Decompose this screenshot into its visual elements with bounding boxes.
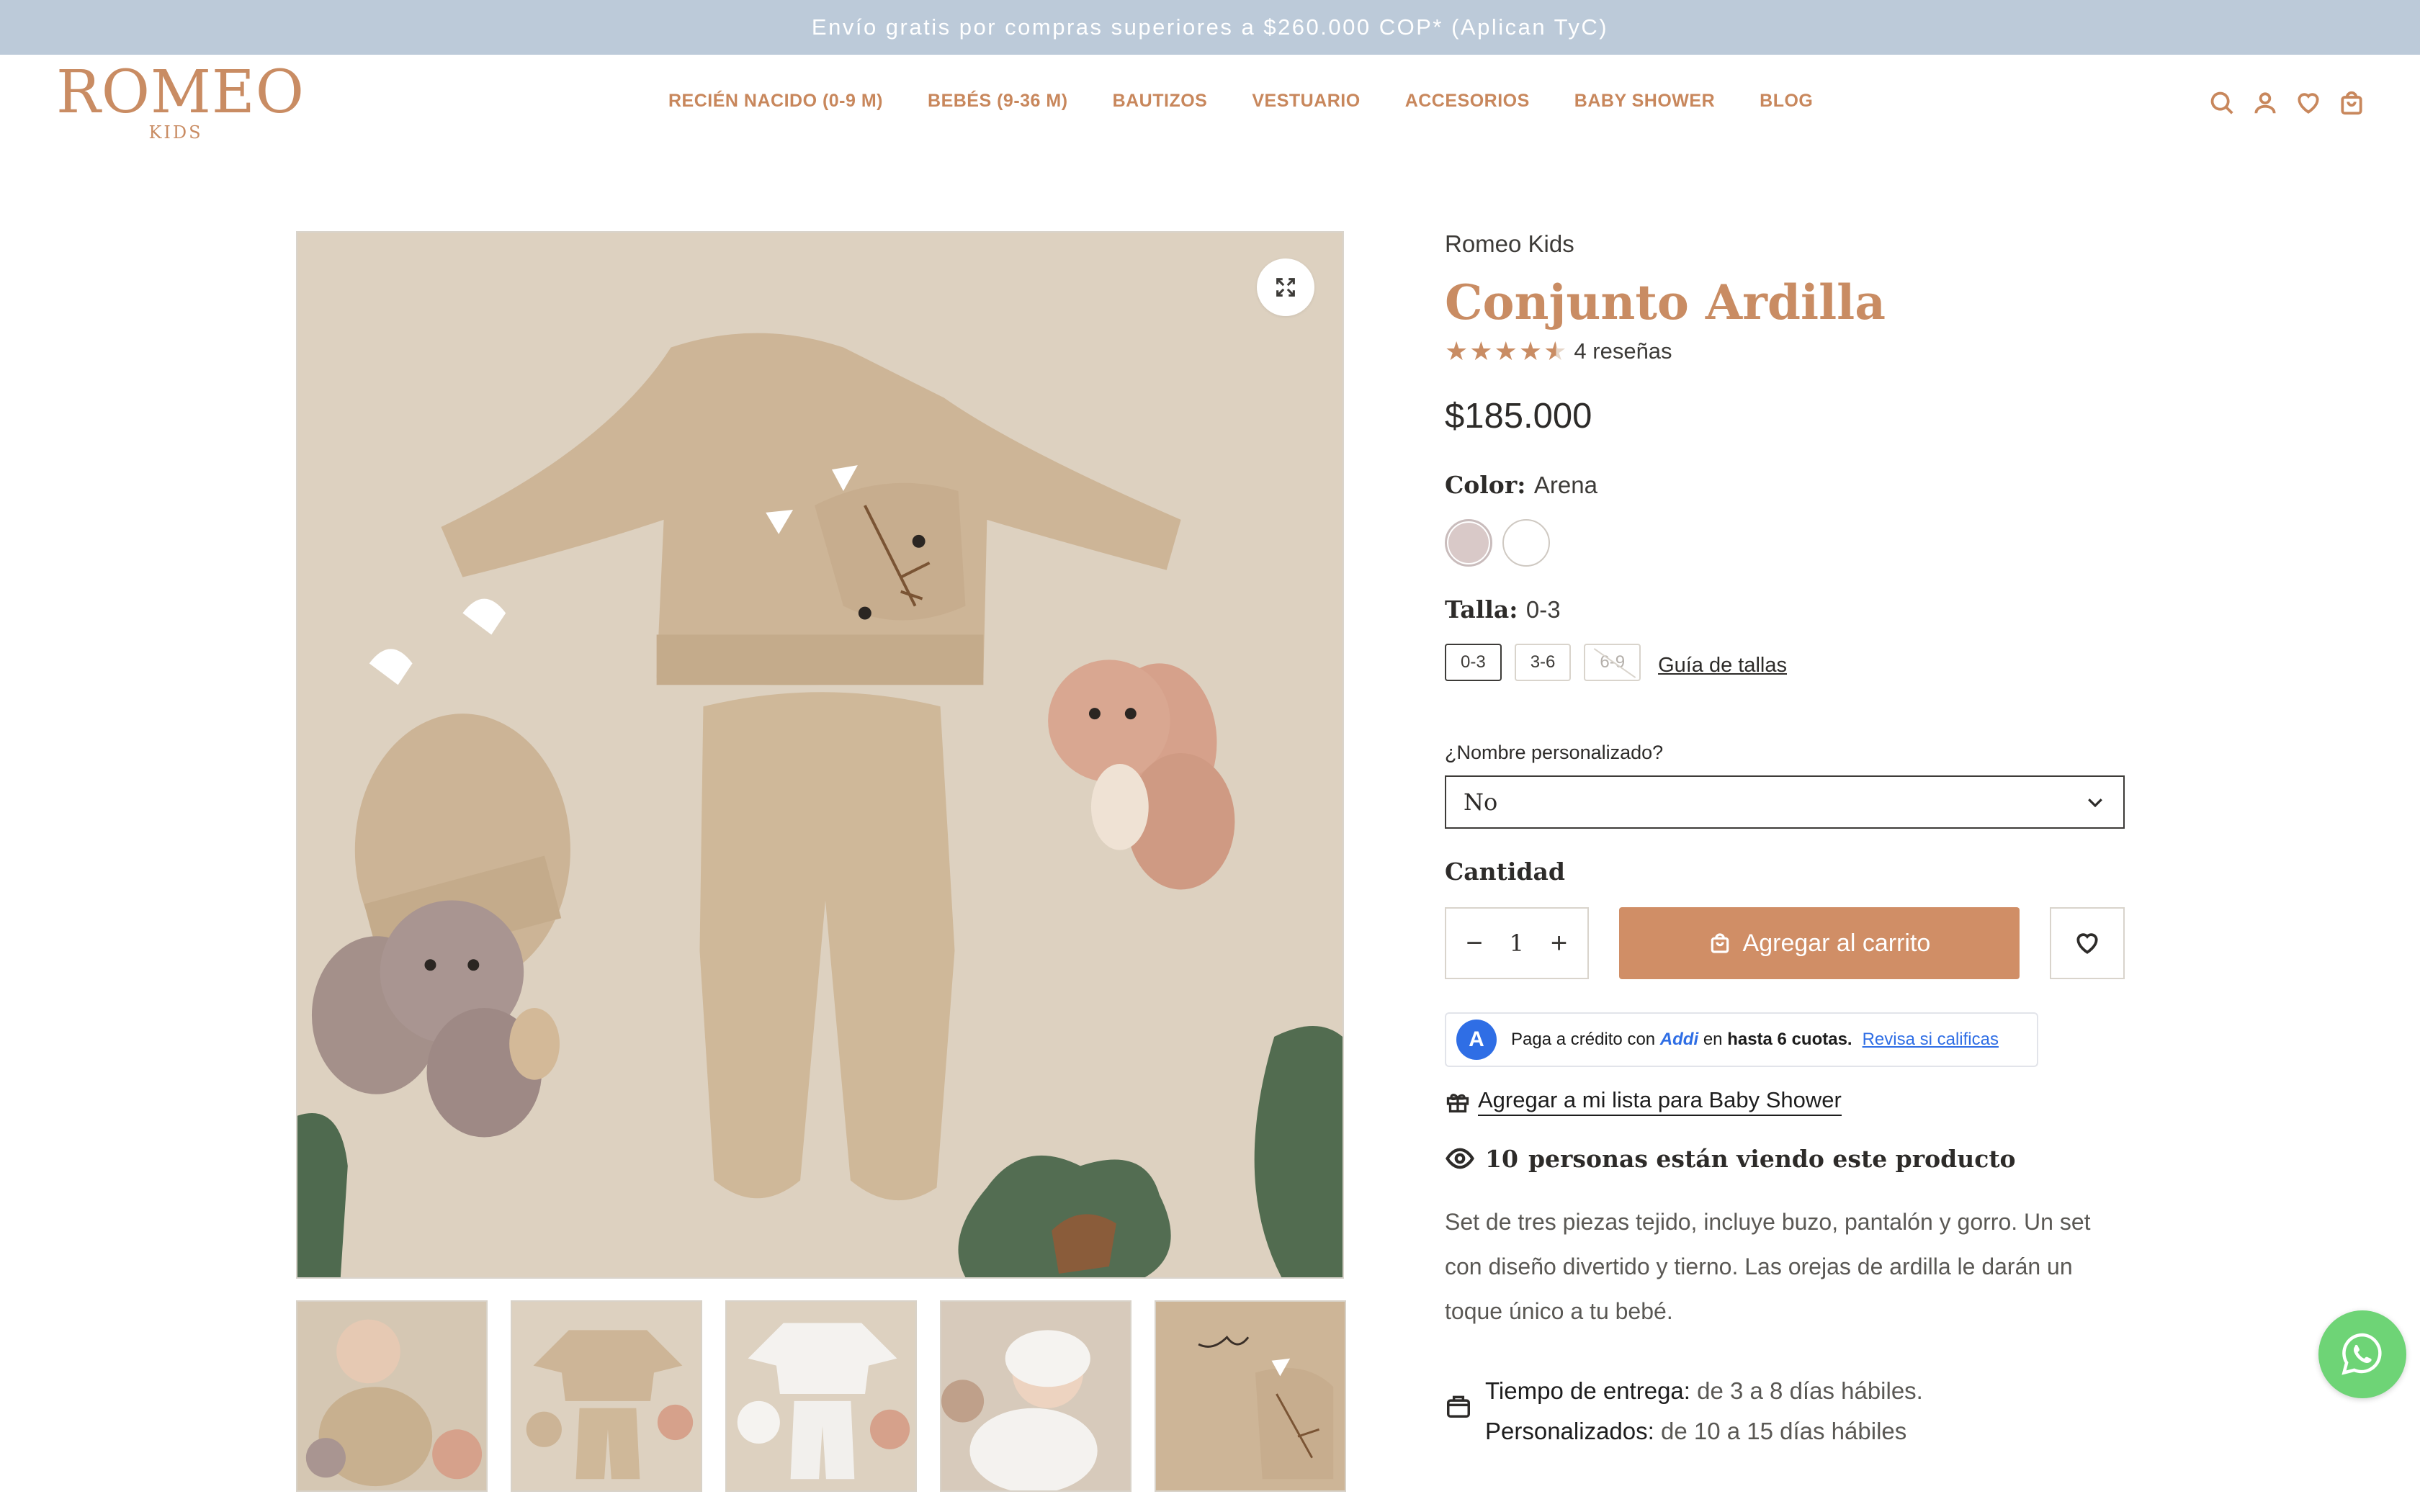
qty-minus-button[interactable]: − [1464,929,1485,958]
addi-text: Paga a crédito con Addi en hasta 6 cuota… [1511,1030,1852,1049]
heart-icon[interactable] [2295,89,2322,117]
size-label: Talla: [1445,595,1518,624]
header-icons [2208,89,2365,117]
size-3-6[interactable]: 3-6 [1514,644,1572,681]
size-option-label: Talla: 0-3 [1445,595,2125,624]
logo-wordmark: ROMEO [56,58,305,127]
personalization-label: ¿Nombre personalizado? [1445,742,1664,763]
add-to-cart-label: Agregar al carrito [1742,929,1931,957]
thumbnail-2[interactable] [511,1300,702,1492]
product-price: $185.000 [1445,397,1592,436]
thumbnail-1[interactable] [296,1300,488,1492]
product-title: Conjunto Ardilla [1445,274,1886,330]
half-star-icon: ★ [1543,336,1567,366]
delivery-time: Tiempo de entrega: de 3 a 8 días hábiles… [1485,1377,1923,1404]
heart-icon [2076,933,2098,954]
product-vendor[interactable]: Romeo Kids [1445,230,2125,258]
nav-vestuario[interactable]: VESTUARIO [1252,91,1360,112]
baby-shower-registry-link[interactable]: Agregar a mi lista para Baby Shower [1445,1087,2125,1116]
eye-icon [1446,1148,1474,1169]
whatsapp-chat-button[interactable] [2318,1310,2406,1398]
star-icon: ★ [1494,336,1518,366]
thumbnail-4[interactable] [940,1300,1131,1492]
product-description: Set de tres piezas tejido, incluye buzo,… [1445,1209,2091,1324]
main-nav: RECIÉN NACIDO (0-9 M) BEBÉS (9-36 M) BAU… [668,91,1857,112]
thumbnail-5[interactable] [1155,1300,1346,1492]
nav-bautizos[interactable]: BAUTIZOS [1113,91,1208,112]
announcement-text: Envío gratis por compras superiores a $2… [811,14,1609,40]
qty-plus-button[interactable]: + [1549,929,1570,958]
review-count[interactable]: 4 reseñas [1574,338,1672,364]
expand-icon [1276,278,1295,297]
account-icon[interactable] [2251,89,2279,117]
star-icon: ★ [1469,336,1493,366]
swatch-arena[interactable] [1445,519,1492,567]
cart-icon[interactable] [2338,89,2365,117]
size-6-9[interactable]: 6-9 [1584,644,1641,681]
size-value: 0-3 [1525,596,1561,623]
swatch-blanco[interactable] [1502,519,1550,567]
addi-credit-banner: A Paga a crédito con Addi en hasta 6 cuo… [1445,1012,2038,1067]
thumbnail-strip [296,1300,1346,1492]
size-guide-link[interactable]: Guía de tallas [1658,654,1787,678]
star-rating: ★ ★ ★ ★ ★ [1445,338,1567,364]
addi-logo-icon: A [1456,1020,1497,1060]
product-rating[interactable]: ★ ★ ★ ★ ★ 4 reseñas [1445,338,2125,364]
quantity-input[interactable]: 1 [1510,930,1524,957]
buy-row: − 1 + Agregar al carrito [1445,907,2125,979]
size-0-3[interactable]: 0-3 [1445,644,1502,681]
star-icon: ★ [1445,336,1469,366]
box-icon [1447,1395,1470,1418]
personalization-select[interactable]: No [1445,775,2125,829]
color-option-label: Color: Arena [1445,471,2125,499]
personalization-value: No [1464,788,1498,816]
size-options: 0-3 3-6 6-9 Guía de tallas [1445,644,2125,681]
cart-icon [1711,933,1729,953]
main-product-image[interactable] [296,231,1344,1279]
delivery-info: Tiempo de entrega: de 3 a 8 días hábiles… [1445,1371,2125,1452]
gift-icon [1446,1094,1469,1113]
product-photo [297,233,1343,1277]
color-swatches [1445,519,2125,567]
nav-bebes[interactable]: BEBÉS (9-36 M) [928,91,1068,112]
chevron-down-icon [2088,798,2102,808]
nav-recien-nacido[interactable]: RECIÉN NACIDO (0-9 M) [668,91,883,112]
registry-label: Agregar a mi lista para Baby Shower [1478,1087,1842,1116]
product-info: Romeo Kids Conjunto Ardilla ★ ★ ★ ★ ★ 4 … [1445,230,2125,1452]
color-value: Arena [1533,472,1597,498]
star-icon: ★ [1518,336,1543,366]
wishlist-button[interactable] [2050,907,2125,979]
nav-accesorios[interactable]: ACCESORIOS [1405,91,1530,112]
quantity-stepper: − 1 + [1445,907,1589,979]
viewers-count: 10 [1485,1144,1518,1173]
viewers-text: personas están viendo este producto [1528,1144,2016,1173]
quantity-label: Cantidad [1445,858,1565,886]
announcement-bar: Envío gratis por compras superiores a $2… [0,0,2420,55]
nav-blog[interactable]: BLOG [1760,91,1813,112]
addi-qualify-link[interactable]: Revisa si calificas [1863,1030,1999,1050]
nav-baby-shower[interactable]: BABY SHOWER [1574,91,1715,112]
add-to-cart-button[interactable]: Agregar al carrito [1618,907,2020,979]
thumbnail-3[interactable] [725,1300,917,1492]
color-label: Color: [1445,471,1526,499]
logo[interactable]: ROMEO KIDS [56,58,305,150]
whatsapp-icon [2341,1333,2382,1375]
search-icon[interactable] [2208,89,2236,117]
viewers-indicator: 10 personas están viendo este producto [1445,1143,2125,1174]
expand-image-button[interactable] [1257,258,1314,316]
custom-delivery-time: Personalizados: de 10 a 15 días hábiles [1485,1418,1907,1444]
